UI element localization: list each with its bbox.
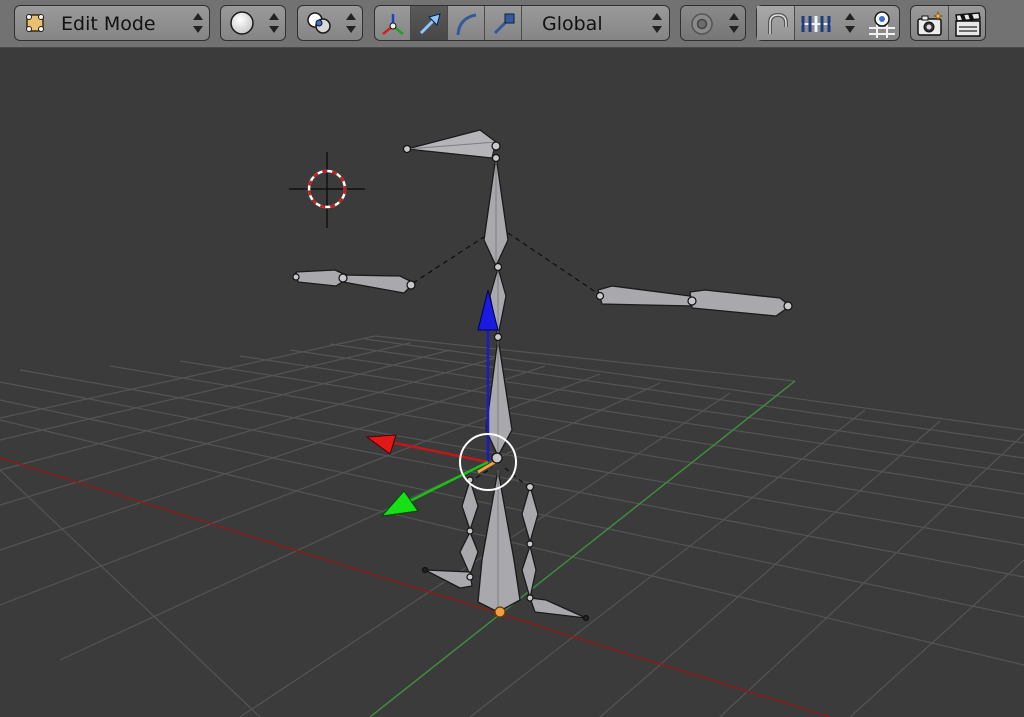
mode-selector[interactable]: Edit Mode <box>14 5 210 41</box>
manipulator-toggle-icon <box>379 10 407 38</box>
translate-manipulator-button[interactable] <box>410 6 447 40</box>
dropdown-arrows-icon <box>729 12 739 34</box>
solid-shading-icon <box>229 10 255 36</box>
rotate-manipulator-button[interactable] <box>447 6 484 40</box>
dropdown-arrows-icon <box>193 12 203 34</box>
snap-increment-icon <box>799 11 833 37</box>
dropdown-arrows-icon <box>346 12 356 34</box>
pivot-point-selector[interactable] <box>297 5 363 41</box>
3d-viewport-canvas[interactable] <box>0 48 1024 717</box>
rotate-manipulator-icon <box>453 10 481 38</box>
dropdown-arrows-icon <box>845 12 855 34</box>
proportional-edit-selector[interactable] <box>680 5 746 41</box>
snap-target-icon <box>867 9 897 39</box>
opengl-render-animation-button[interactable] <box>948 6 985 40</box>
mode-selector-label: Edit Mode <box>61 13 156 35</box>
dropdown-arrows-icon <box>269 12 279 34</box>
3d-view-header: Edit Mode Global <box>0 0 1024 48</box>
manipulator-toggle-button[interactable] <box>375 6 410 40</box>
transform-orientation-selector[interactable]: Global <box>521 6 669 40</box>
snapping-group <box>756 5 900 41</box>
scale-manipulator-button[interactable] <box>484 6 521 40</box>
snap-element-selector[interactable] <box>794 6 901 40</box>
magnet-icon <box>762 10 790 38</box>
render-group <box>910 5 986 41</box>
scale-manipulator-icon <box>490 10 518 38</box>
camera-render-icon <box>915 10 945 38</box>
armature-edit-icon <box>23 11 47 35</box>
pivot-point-icon <box>305 10 333 36</box>
snap-toggle-button[interactable] <box>757 6 794 40</box>
manipulator-group: Global <box>374 5 670 41</box>
translate-manipulator-icon <box>416 10 444 38</box>
3d-viewport[interactable] <box>0 48 1024 717</box>
clapperboard-icon <box>953 10 983 38</box>
proportional-edit-icon <box>690 12 714 36</box>
dropdown-arrows-icon <box>652 12 662 34</box>
orientation-label: Global <box>542 13 603 35</box>
opengl-render-still-button[interactable] <box>911 6 948 40</box>
viewport-shading-selector[interactable] <box>220 5 286 41</box>
